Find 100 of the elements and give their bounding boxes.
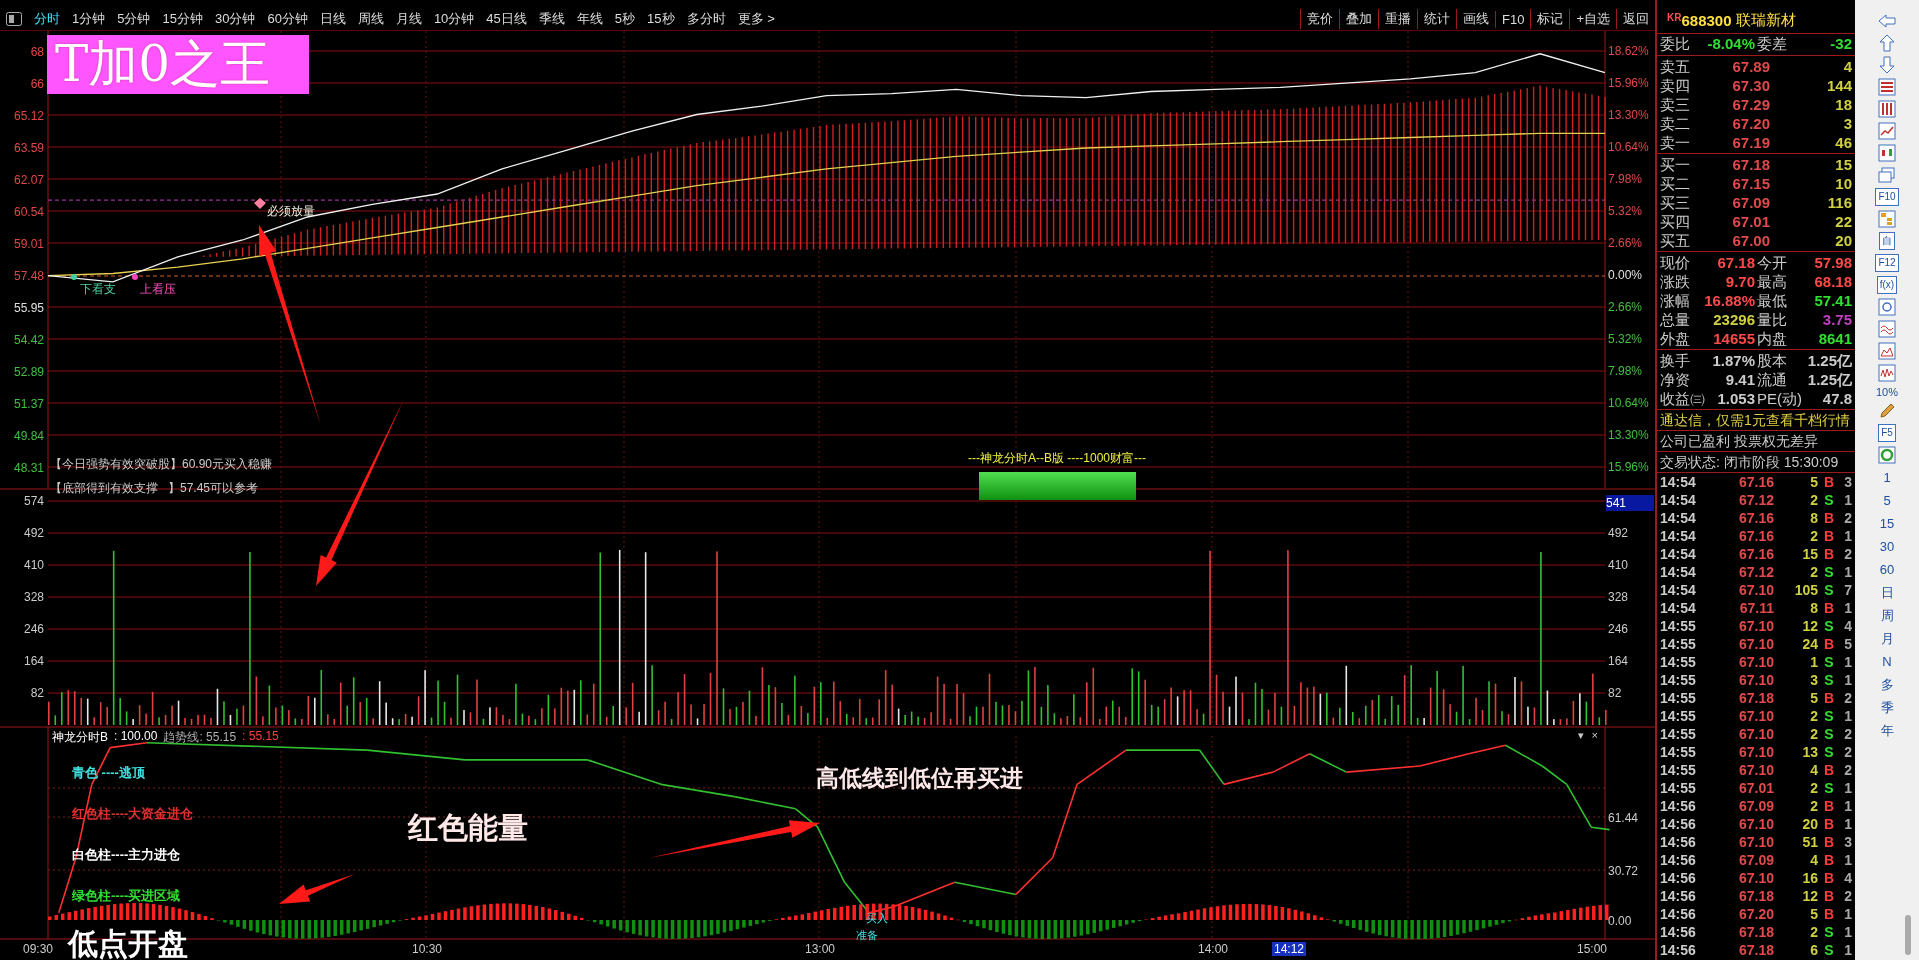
toolbar-button[interactable]: 标记	[1530, 9, 1570, 29]
trade-count: 1	[1843, 815, 1852, 833]
period-tab[interactable]: 分时	[28, 10, 66, 28]
period-button[interactable]: 60	[1879, 560, 1895, 579]
period-tab[interactable]: 季线	[532, 10, 571, 28]
company-info: 公司已盈利 投票权无差异	[1657, 431, 1855, 452]
order-volume: 3	[1842, 114, 1852, 133]
period-tab[interactable]: 10分钟	[427, 10, 481, 28]
period-button[interactable]: 季	[1880, 698, 1894, 717]
percent-button[interactable]: 10%	[1876, 386, 1898, 398]
period-tab[interactable]: 月线	[389, 10, 428, 28]
toolbar-button[interactable]: 画线	[1456, 9, 1495, 29]
trade-side: S	[1823, 923, 1835, 941]
trade-volume: 15	[1801, 545, 1818, 563]
candlestick-icon[interactable]	[1878, 144, 1896, 162]
up-arrow-icon[interactable]	[1877, 34, 1897, 52]
toolbar-button[interactable]: 重播	[1378, 9, 1417, 29]
list-icon[interactable]	[1878, 78, 1896, 96]
period-tab[interactable]: 60分钟	[261, 10, 314, 28]
period-button[interactable]: 日	[1880, 583, 1894, 602]
market-tag: KR	[1667, 12, 1682, 23]
trade-count: 1	[1843, 941, 1852, 959]
toolbar-button[interactable]: 返回	[1616, 9, 1655, 29]
period-tab[interactable]: 多分时	[680, 10, 732, 28]
trade-count: 7	[1843, 581, 1852, 599]
f10-button[interactable]: F10	[1875, 188, 1899, 206]
period-tab[interactable]: 15秒	[641, 10, 681, 28]
panel-toggle-icon[interactable]	[6, 12, 22, 26]
period-button[interactable]: 多	[1880, 675, 1894, 694]
trade-time: 14:55	[1660, 653, 1697, 671]
table-icon[interactable]	[1878, 100, 1896, 118]
trade-price: 67.09	[1737, 797, 1774, 815]
trade-price: 67.10	[1737, 743, 1774, 761]
trade-side: B	[1822, 689, 1836, 707]
down-arrow-icon[interactable]	[1877, 56, 1897, 74]
trade-count: 1	[1843, 923, 1852, 941]
trade-time: 14:55	[1660, 761, 1697, 779]
promo-link[interactable]: 通达信，仅需1元查看千档行情	[1657, 410, 1855, 431]
scrollbar-thumb[interactable]	[1905, 915, 1911, 955]
toolbar-button[interactable]: f(x)	[1876, 276, 1898, 294]
pencil-icon[interactable]	[1878, 402, 1896, 420]
volume-axis-label: 82	[29, 685, 44, 701]
price-axis-label: 48.31	[12, 459, 44, 476]
trade-time: 14:54	[1660, 491, 1697, 509]
refresh-key-button[interactable]: F5	[1878, 424, 1896, 442]
trade-side: S	[1823, 941, 1835, 959]
wave-icon[interactable]	[1878, 320, 1896, 338]
trade-price: 67.10	[1737, 671, 1774, 689]
period-tab[interactable]: 5分钟	[111, 10, 157, 28]
stock-name: 联瑞新材	[1735, 11, 1796, 30]
line-chart-icon[interactable]	[1878, 122, 1896, 140]
mountain-chart-icon[interactable]	[1878, 342, 1896, 360]
period-tab[interactable]: 更多 >	[731, 10, 781, 28]
order-price: 67.00	[1731, 231, 1770, 250]
period-button[interactable]: 周	[1880, 606, 1894, 625]
trade-side: B	[1822, 833, 1836, 851]
indicator-control[interactable]: ▾	[1578, 729, 1584, 742]
toolbar-button[interactable]: 统计	[1417, 9, 1456, 29]
back-arrow-icon[interactable]	[1877, 12, 1897, 30]
period-button[interactable]: 15	[1879, 514, 1895, 533]
trade-side: B	[1822, 887, 1836, 905]
period-button[interactable]: 30	[1879, 537, 1895, 556]
title-badge: T加0之王	[47, 35, 309, 94]
trade-time: 14:56	[1660, 815, 1697, 833]
period-button[interactable]: N	[1882, 652, 1892, 671]
quote-value: 67.18	[1716, 253, 1755, 272]
quote-value: 14655	[1712, 329, 1755, 348]
period-button[interactable]: 1	[1883, 468, 1891, 487]
period-tab[interactable]: 日线	[313, 10, 352, 28]
refresh-icon[interactable]	[1878, 446, 1896, 464]
period-tab[interactable]: 5秒	[608, 10, 642, 28]
indicator-control[interactable]: ×	[1591, 729, 1598, 742]
period-tab[interactable]: 15分钟	[156, 10, 209, 28]
toolbar-button[interactable]: +自选	[1569, 9, 1616, 29]
trade-volume: 2	[1809, 779, 1818, 797]
period-button[interactable]: 5	[1883, 491, 1891, 510]
period-button[interactable]: 年	[1880, 721, 1894, 740]
toolbar-button[interactable]: F12	[1875, 254, 1899, 272]
toolbar-button[interactable]: 叠加	[1339, 9, 1378, 29]
period-tab[interactable]: 45日线	[480, 10, 533, 28]
trade-count: 1	[1843, 779, 1852, 797]
trade-count: 1	[1843, 599, 1852, 617]
toolbar-button[interactable]: F10	[1495, 10, 1531, 28]
period-tab[interactable]: 周线	[351, 10, 390, 28]
trade-price: 67.16	[1737, 545, 1774, 563]
trade-volume: 3	[1809, 671, 1818, 689]
trade-side: S	[1823, 671, 1835, 689]
toolbar-button[interactable]: 竞价	[1300, 9, 1339, 29]
windows-icon[interactable]	[1878, 166, 1896, 184]
trade-time: 14:55	[1660, 689, 1697, 707]
period-tab[interactable]: 1分钟	[66, 10, 112, 28]
trade-side: S	[1823, 563, 1835, 581]
period-button[interactable]: 月	[1880, 629, 1894, 648]
toolbar-button[interactable]: 自	[1879, 232, 1895, 250]
period-tab[interactable]: 年线	[570, 10, 609, 28]
zigzag-chart-icon[interactable]	[1878, 364, 1896, 382]
period-tab[interactable]: 30分钟	[208, 10, 262, 28]
order-price: 67.89	[1731, 57, 1770, 76]
quote-label: 换手	[1660, 351, 1690, 370]
price-axis-label: 57.48	[12, 268, 44, 284]
